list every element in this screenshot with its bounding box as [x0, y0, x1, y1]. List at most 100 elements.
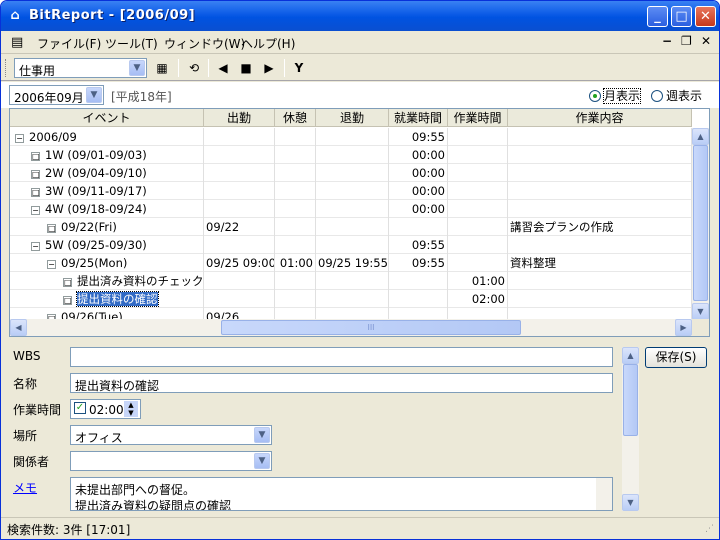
grid-vertical-scrollbar[interactable]: ▲ ▼	[692, 128, 709, 320]
end-cell	[316, 200, 389, 218]
scroll-left-icon[interactable]: ◀	[10, 319, 27, 336]
chevron-down-icon[interactable]: ▼	[86, 87, 102, 103]
event-label: 2W (09/04-09/10)	[45, 166, 147, 180]
month-select[interactable]: 2006年09月 ▼	[9, 85, 104, 105]
filter-link-icon[interactable]: ⟲	[185, 59, 203, 77]
table-row[interactable]: □ 3W (09/11-09/17) 00:00	[10, 182, 692, 200]
table-row[interactable]: −09/25(Mon) 09/25 09:00 01:00 09/25 19:55 09…	[10, 254, 692, 272]
horizontal-scroll-thumb[interactable]: III	[221, 320, 521, 335]
place-label: 場所	[13, 429, 38, 443]
work-hours-cell	[389, 272, 448, 290]
grid-horizontal-scrollbar[interactable]: ◀ III ▶	[10, 319, 692, 336]
checkbox-checked-icon[interactable]: ✓	[74, 402, 86, 414]
task-hours-cell	[448, 236, 508, 254]
leaf-icon[interactable]: □	[63, 296, 72, 305]
title-bar[interactable]: ⌂ BitReport - [2006/09] _ □ ✕	[1, 1, 719, 31]
leaf-icon[interactable]: □	[31, 188, 40, 197]
table-row[interactable]: −4W (09/18-09/24) 00:00	[10, 200, 692, 218]
detail-scrollbar[interactable]: ▲ ▼	[622, 347, 639, 511]
work-hours-cell: 09:55	[389, 128, 448, 146]
doc-menu-icon[interactable]: ▤	[11, 35, 23, 50]
mdi-restore-icon[interactable]: ❐	[681, 34, 692, 48]
grid-header: イベント 出勤 休憩 退勤 就業時間 作業時間 作業内容	[10, 109, 692, 127]
end-cell	[316, 290, 389, 308]
resize-grip-icon[interactable]: ⋰	[705, 524, 714, 534]
col-start[interactable]: 出勤	[204, 109, 275, 127]
name-input[interactable]: 提出資料の確認	[70, 373, 613, 393]
table-row[interactable]: −2006/09 09:55	[10, 128, 692, 146]
col-break[interactable]: 休憩	[275, 109, 316, 127]
col-content[interactable]: 作業内容	[508, 109, 692, 127]
tool-bar: 仕事用 ▼ ▦ ⟲ ◀ ■ ▶ Y	[1, 55, 719, 81]
detail-scroll-thumb[interactable]	[623, 364, 638, 436]
leaf-icon[interactable]: □	[31, 152, 40, 161]
col-event[interactable]: イベント	[10, 109, 204, 127]
leaf-icon[interactable]: □	[63, 278, 72, 287]
maximize-button[interactable]: □	[671, 6, 692, 27]
event-grid[interactable]: イベント 出勤 休憩 退勤 就業時間 作業時間 作業内容 −2006/09 09:…	[9, 108, 710, 337]
week-view-radio[interactable]: 週表示	[651, 87, 702, 104]
filter-y-icon[interactable]: Y	[290, 59, 308, 77]
memo-textarea[interactable]: 未提出部門への督促。 提出済み資料の疑問点の確認	[70, 477, 613, 511]
table-row[interactable]: □ 09/22(Fri) 09/22 講習会プランの作成	[10, 218, 692, 236]
col-end[interactable]: 退勤	[316, 109, 389, 127]
scroll-up-icon[interactable]: ▲	[622, 347, 639, 364]
content-cell	[508, 146, 692, 164]
people-select[interactable]: ▼	[70, 451, 272, 471]
vertical-scroll-thumb[interactable]	[693, 145, 708, 301]
task-hours-cell: 01:00	[448, 272, 508, 290]
collapse-icon[interactable]: −	[15, 134, 24, 143]
col-task-hours[interactable]: 作業時間	[448, 109, 508, 127]
toolbar-grip[interactable]	[5, 59, 8, 77]
radio-selected-icon	[589, 90, 601, 102]
menu-help[interactable]: ヘルプ(H)	[241, 35, 295, 52]
content-cell	[508, 290, 692, 308]
collapse-icon[interactable]: −	[31, 206, 40, 215]
memo-link[interactable]: メモ	[13, 479, 37, 496]
properties-icon[interactable]: ▦	[153, 59, 171, 77]
menu-tools[interactable]: ツール(T)	[105, 35, 158, 52]
end-cell: 09/25 19:55	[318, 254, 389, 272]
table-row[interactable]: □ 1W (09/01-09/03) 00:00	[10, 146, 692, 164]
break-cell	[275, 236, 316, 254]
table-row[interactable]: −5W (09/25-09/30) 09:55	[10, 236, 692, 254]
stop-icon[interactable]: ■	[237, 59, 255, 77]
next-icon[interactable]: ▶	[260, 59, 278, 77]
close-button[interactable]: ✕	[695, 6, 716, 27]
chevron-down-icon[interactable]: ▼	[129, 60, 145, 76]
scroll-up-icon[interactable]: ▲	[692, 128, 709, 145]
break-cell	[275, 290, 316, 308]
leaf-icon[interactable]: □	[47, 224, 56, 233]
event-cell: −2006/09	[10, 128, 204, 146]
mdi-minimize-icon[interactable]: −	[662, 34, 672, 48]
collapse-icon[interactable]: −	[31, 242, 40, 251]
menu-file[interactable]: ファイル(F)	[37, 35, 101, 52]
place-select[interactable]: オフィス ▼	[70, 425, 272, 445]
collapse-icon[interactable]: −	[47, 260, 56, 269]
task-time-spinner[interactable]: ✓ 02:00 ▲ ▼	[70, 399, 141, 419]
table-row[interactable]: □ 提出済み資料のチェック 01:00	[10, 272, 692, 290]
spin-up-icon[interactable]: ▲	[124, 401, 138, 409]
scroll-right-icon[interactable]: ▶	[675, 319, 692, 336]
memo-scrollbar[interactable]	[596, 478, 612, 510]
save-button[interactable]: 保存(S)	[645, 347, 707, 368]
chevron-down-icon[interactable]: ▼	[254, 427, 270, 443]
chevron-down-icon[interactable]: ▼	[254, 453, 270, 469]
content-cell	[508, 128, 692, 146]
table-row[interactable]: □ 2W (09/04-09/10) 00:00	[10, 164, 692, 182]
end-cell	[316, 146, 389, 164]
event-label: 提出資料の確認	[76, 291, 159, 307]
prev-icon[interactable]: ◀	[214, 59, 232, 77]
scroll-down-icon[interactable]: ▼	[622, 494, 639, 511]
spin-down-icon[interactable]: ▼	[124, 409, 138, 417]
mdi-close-icon[interactable]: ✕	[701, 34, 711, 48]
col-work-hours[interactable]: 就業時間	[389, 109, 448, 127]
month-view-radio[interactable]: 月表示	[589, 87, 642, 104]
leaf-icon[interactable]: □	[31, 170, 40, 179]
menu-window[interactable]: ウィンドウ(W)	[164, 35, 245, 52]
minimize-button[interactable]: _	[647, 6, 668, 27]
category-select[interactable]: 仕事用 ▼	[14, 58, 147, 78]
scroll-down-icon[interactable]: ▼	[692, 303, 709, 320]
wbs-input[interactable]	[70, 347, 613, 367]
table-row[interactable]: □ 提出資料の確認 02:00	[10, 290, 692, 308]
